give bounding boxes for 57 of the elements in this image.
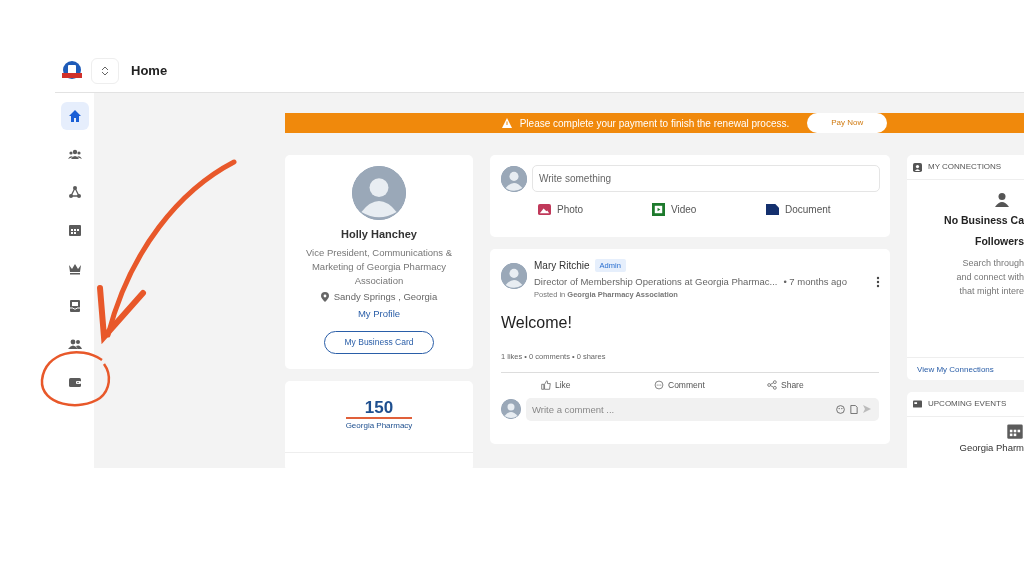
warning-icon	[501, 118, 512, 128]
author-name: Mary Ritchie	[534, 259, 590, 273]
section-title: UPCOMING EVENTS	[928, 398, 1007, 410]
post-action[interactable]: Comment	[654, 378, 767, 392]
thumbs-up-icon	[541, 380, 551, 391]
my-profile-link[interactable]: My Profile	[357, 306, 401, 321]
logo-name: Georgia Pharmacy	[345, 417, 413, 432]
section-title: MY CONNECTIONS	[928, 161, 1002, 173]
speech-bubble-icon	[654, 380, 664, 391]
composer-action[interactable]: Document	[766, 202, 880, 217]
post-action[interactable]: Like	[541, 378, 654, 392]
empty-title: Followers	[975, 233, 1024, 249]
avatar-placeholder	[352, 166, 406, 220]
more-options-icon[interactable]	[876, 276, 880, 289]
photo-icon	[538, 203, 551, 216]
document-icon	[766, 203, 779, 216]
wallet-icon	[67, 375, 82, 389]
empty-description: Search through	[962, 256, 1024, 270]
profile-title: Vice President, Communications & Marketing of Georgia Pharmacy Association	[304, 245, 454, 288]
share-icon	[767, 380, 777, 391]
comment-field[interactable]: Write a comment ...	[526, 397, 879, 421]
post-input-field[interactable]: Write something	[532, 165, 880, 192]
home-icon	[67, 109, 82, 123]
avatar-placeholder	[501, 165, 527, 192]
person-icon	[994, 192, 1010, 208]
contact-icon	[913, 162, 922, 172]
group-icon	[67, 147, 82, 161]
film-icon	[652, 203, 665, 216]
logo-icon	[61, 60, 83, 82]
post-body: Welcome!	[501, 312, 573, 333]
logo-number: 150	[364, 399, 394, 417]
page-title: Home	[131, 62, 168, 81]
profile-name: Holly Hanchey	[341, 227, 417, 242]
business-card-button[interactable]: My Business Card	[323, 331, 435, 354]
banner-message: Please complete your payment to finish the renewal process.	[519, 116, 790, 131]
event-name: Georgia Pharm	[959, 441, 1024, 455]
avatar-placeholder	[501, 399, 521, 419]
profile-location: Sandy Springs , Georgia	[333, 290, 438, 304]
post-time: • 7 months ago	[783, 275, 847, 289]
empty-description: and connect with	[956, 270, 1024, 284]
emoji-icon[interactable]	[836, 404, 845, 414]
empty-title: No Business Ca	[944, 213, 1024, 228]
post-action[interactable]: Share	[767, 378, 880, 392]
sidebar-item[interactable]	[60, 102, 89, 130]
view-connections-link[interactable]: View My Connections	[917, 364, 994, 376]
avatar-placeholder	[501, 263, 527, 289]
attachment-icon[interactable]	[850, 404, 858, 414]
empty-description: that might intere	[959, 284, 1024, 298]
inbox-icon	[67, 299, 82, 313]
composer-action[interactable]: Photo	[538, 202, 652, 217]
author-subtitle: Director of Membership Operations at Georgia Pharmac...	[534, 275, 778, 289]
composer-action[interactable]: Video	[652, 202, 766, 217]
nodes-icon	[67, 185, 82, 199]
switcher-button[interactable]	[91, 58, 119, 84]
up-down-chevron-icon	[101, 66, 109, 76]
location-pin-icon	[320, 292, 329, 303]
users-icon	[67, 337, 82, 351]
